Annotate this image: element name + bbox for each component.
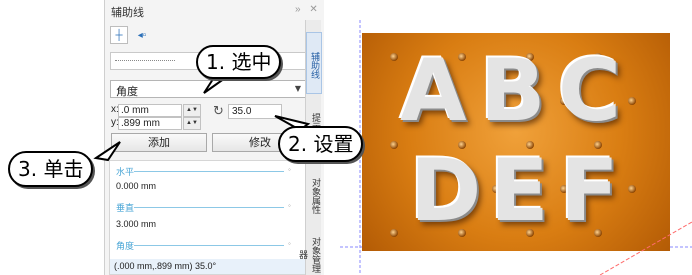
guides-list[interactable]: 水平 ◦ 0.000 mm 垂直 ◦ 3.000 mm 角度 ◦ (.000 m… (109, 160, 309, 275)
x-input[interactable]: .0 mm (118, 104, 182, 117)
guide-type-dropdown[interactable]: 角度 ▼ (110, 80, 306, 98)
letter-e: E (490, 141, 549, 241)
guide-preset-icon[interactable]: ┼ (110, 26, 128, 44)
list-item[interactable]: 3.000 mm (116, 219, 156, 229)
letter-f: F (560, 141, 619, 241)
vertical-section-label: 垂直 (116, 204, 135, 214)
callout-step-2: 2. 设置 (278, 126, 364, 162)
tab-guidelines[interactable]: 辅助线 (306, 32, 322, 94)
letter-a: A (400, 41, 467, 141)
tab-object-manager[interactable]: 对象管理器 (297, 230, 322, 275)
leather-artwork[interactable]: A B C D E F (362, 33, 670, 251)
list-item-selected[interactable]: (.000 mm,.899 mm) 35.0° (110, 259, 308, 274)
list-item[interactable]: 0.000 mm (116, 181, 156, 191)
y-spin-arrows-icon[interactable]: ▲▼ (183, 117, 201, 130)
section-divider (134, 207, 284, 208)
horizontal-section-label: 水平 (116, 168, 135, 178)
section-toggle-icon[interactable]: ◦ (288, 165, 291, 174)
callout-step-1: 1. 选中 (196, 45, 282, 79)
x-coordinate-row: x: .0 mm (110, 104, 190, 117)
angle-section-label: 角度 (116, 242, 135, 252)
chevron-down-icon: ▼ (294, 84, 301, 93)
section-divider (134, 171, 284, 172)
rotation-icon: ↻ (213, 103, 224, 118)
letter-b: B (480, 41, 546, 141)
x-spin-arrows-icon[interactable]: ▲▼ (183, 104, 201, 117)
lock-guide-icon[interactable]: ◂▫ (133, 26, 151, 44)
docker-window-controls[interactable]: » ✕ (295, 4, 321, 15)
guide-type-value: 角度 (116, 85, 138, 98)
metal-letters: A B C D E F (362, 33, 670, 251)
add-button[interactable]: 添加 (111, 133, 207, 152)
dotted-line (115, 60, 175, 61)
section-toggle-icon[interactable]: ◦ (288, 201, 291, 210)
callout-step-3: 3. 单击 (8, 151, 94, 187)
section-divider (134, 245, 284, 246)
angle-input[interactable]: 35.0 (228, 104, 282, 119)
letter-d: D (410, 141, 482, 241)
section-toggle-icon[interactable]: ◦ (288, 239, 291, 248)
letter-c: C (558, 41, 622, 141)
docker-title: 辅助线 (111, 6, 144, 19)
y-input[interactable]: .899 mm (118, 117, 182, 130)
tab-object-properties[interactable]: 对象属性 (306, 166, 322, 222)
y-coordinate-row: y: .899 mm (110, 117, 190, 130)
